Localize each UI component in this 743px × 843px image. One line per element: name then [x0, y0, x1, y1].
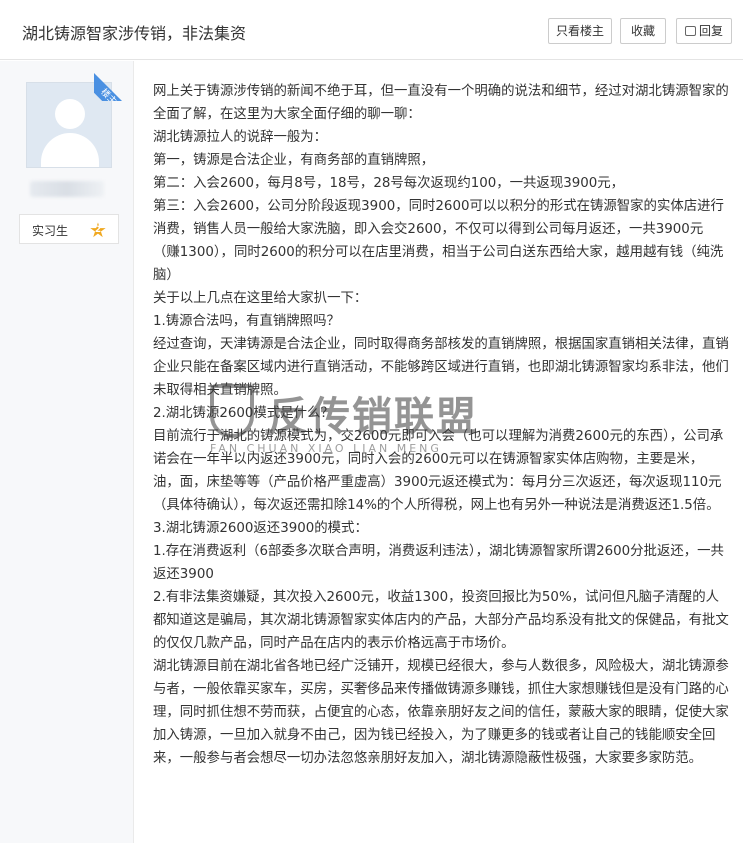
post-paragraph: 经过查询，天津铸源是合法企业，同时取得商务部核发的直销牌照，根据国家直销相关法律… — [153, 337, 729, 398]
post-paragraph: 第一，铸源是合法企业，有商务部的直销牌照， — [153, 153, 435, 168]
username-blurred[interactable] — [30, 181, 104, 197]
only-author-button[interactable]: 只看楼主 — [548, 18, 612, 44]
op-badge: 楼主 — [94, 61, 134, 101]
reply-button[interactable]: 回复 — [676, 18, 732, 44]
rank-label: 实习生 — [32, 224, 69, 238]
thread-title: 湖北铸源智家涉传销，非法集资 — [22, 24, 247, 43]
favorite-button[interactable]: 收藏 — [620, 18, 666, 44]
post-paragraph: 湖北铸源拉人的说辞一般为： — [153, 130, 328, 145]
op-badge-label: 楼主 — [94, 71, 134, 101]
rank-badge-box: 实习生 ★ 2 — [19, 214, 119, 244]
post-body: 网上关于铸源涉传销的新闻不绝于耳，但一直没有一个明确的说法和细节，经过对湖北铸源… — [153, 80, 729, 770]
post-paragraph: 目前流行于湖北的铸源模式为，交2600元即可入会（也可以理解为消费2600元的东… — [153, 429, 724, 513]
post-paragraph: 2.有非法集资嫌疑，其次投入2600元，收益1300，投资回报比为50%，试问但… — [153, 590, 729, 651]
reply-label: 回复 — [698, 24, 723, 38]
star-icon: ★ 2 — [89, 218, 107, 242]
author-sidebar: 楼主 实习生 ★ 2 — [0, 61, 134, 843]
rank-level: 2 — [94, 225, 102, 235]
thread-header: 湖北铸源智家涉传销，非法集资 只看楼主 收藏 回复 — [0, 0, 743, 60]
post-paragraph: 网上关于铸源涉传销的新闻不绝于耳，但一直没有一个明确的说法和细节，经过对湖北铸源… — [153, 84, 729, 122]
post-paragraph: 第三：入会2600，公司分阶段返现3900，同时2600可以以积分的形式在铸源智… — [153, 199, 724, 283]
post-paragraph: 湖北铸源目前在湖北省各地已经广泛铺开，规模已经很大，参与人数很多，风险极大，湖北… — [153, 659, 729, 766]
post-paragraph: 1.存在消费返利（6部委多次联合声明，消费返利违法），湖北铸源智家所谓2600分… — [153, 544, 724, 582]
post-paragraph: 第二：入会2600，每月8号，18号，28号每次返现约100，一共返现3900元… — [153, 176, 625, 191]
post-paragraph: 2.湖北铸源2600模式是什么？ — [153, 406, 334, 421]
post-paragraph: 3.湖北铸源2600返还3900的模式： — [153, 521, 368, 536]
post-paragraph: 关于以上几点在这里给大家扒一下： — [153, 291, 368, 306]
reply-icon — [684, 26, 696, 36]
post-paragraph: 1.铸源合法吗，有直销牌照吗？ — [153, 314, 340, 329]
